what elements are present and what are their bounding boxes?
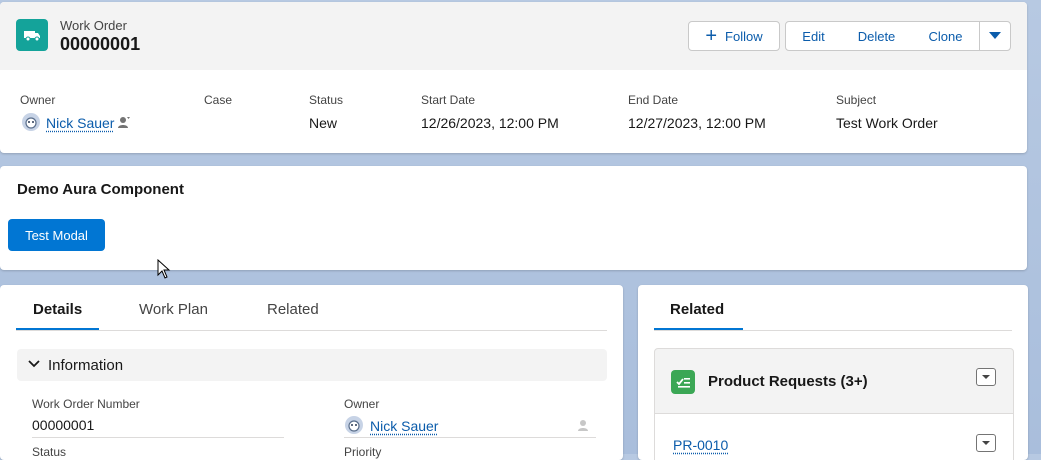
record-name: 00000001	[60, 34, 141, 54]
tab-related[interactable]: Related	[670, 301, 724, 318]
tab-related[interactable]: Related	[267, 301, 319, 318]
delete-button[interactable]: Delete	[841, 21, 913, 51]
related-list-title[interactable]: Product Requests (3+)	[708, 373, 868, 390]
follow-button[interactable]: + Follow	[688, 21, 780, 51]
chevron-down-icon	[989, 32, 1001, 39]
edit-button[interactable]: Edit	[785, 21, 842, 51]
chevron-down-icon	[982, 375, 990, 379]
card-title: Demo Aura Component	[17, 181, 184, 198]
list-item[interactable]: PR-0010	[673, 437, 728, 453]
subject-value: Test Work Order	[836, 115, 938, 131]
follow-label: Follow	[725, 28, 763, 44]
field-divider	[32, 437, 284, 438]
plus-icon: +	[705, 25, 718, 47]
subject-label: Subject	[836, 93, 877, 107]
status-value: New	[309, 115, 338, 131]
test-modal-button[interactable]: Test Modal	[8, 219, 105, 251]
change-owner-icon[interactable]	[117, 115, 131, 134]
related-list-product-requests: Product Requests (3+) PR-0010	[654, 348, 1014, 460]
avatar	[22, 113, 40, 131]
mouse-cursor-icon	[157, 259, 171, 279]
details-card: Details Work Plan Related Information Wo…	[0, 285, 623, 460]
section-title: Information	[48, 357, 124, 374]
start-date-label: Start Date	[421, 93, 476, 107]
work-order-number-label: Work Order Number	[32, 397, 140, 411]
case-label: Case	[204, 93, 233, 107]
object-type-label: Work Order	[60, 18, 127, 33]
field-divider	[344, 437, 596, 438]
priority-label: Priority	[344, 445, 382, 459]
tab-divider	[16, 330, 607, 331]
owner-link[interactable]: Nick Sauer	[370, 418, 438, 434]
more-actions-button[interactable]	[979, 21, 1011, 51]
end-date-label: End Date	[628, 93, 679, 107]
row-action-button[interactable]	[976, 434, 996, 452]
work-order-number-value: 00000001	[32, 417, 95, 433]
section-information[interactable]: Information	[17, 349, 607, 381]
related-card: Related Product Requests (3+) PR-0010	[638, 285, 1028, 460]
chevron-down-icon	[28, 360, 40, 368]
owner-link[interactable]: Nick Sauer	[46, 115, 114, 131]
truck-icon	[16, 19, 48, 51]
tab-details[interactable]: Details	[33, 301, 82, 318]
start-date-value: 12/26/2023, 12:00 PM	[421, 115, 559, 131]
product-request-icon	[671, 370, 695, 394]
aura-component-card: Demo Aura Component Test Modal	[0, 166, 1027, 270]
end-date-value: 12/27/2023, 12:00 PM	[628, 115, 766, 131]
tab-divider	[654, 330, 1012, 331]
chevron-down-icon	[982, 441, 990, 445]
owner-label: Owner	[344, 397, 380, 411]
tab-work-plan[interactable]: Work Plan	[139, 301, 208, 318]
clone-button[interactable]: Clone	[912, 21, 980, 51]
related-list-body: PR-0010	[655, 413, 1013, 460]
change-owner-icon[interactable]	[577, 418, 591, 437]
record-header-top: Work Order 00000001 + Follow Edit Delete…	[0, 2, 1027, 70]
owner-label: Owner	[20, 93, 56, 107]
record-header: Work Order 00000001 + Follow Edit Delete…	[0, 2, 1027, 153]
status-label: Status	[32, 445, 67, 459]
status-label: Status	[309, 93, 344, 107]
related-list-menu-button[interactable]	[976, 368, 996, 386]
avatar	[345, 416, 363, 434]
